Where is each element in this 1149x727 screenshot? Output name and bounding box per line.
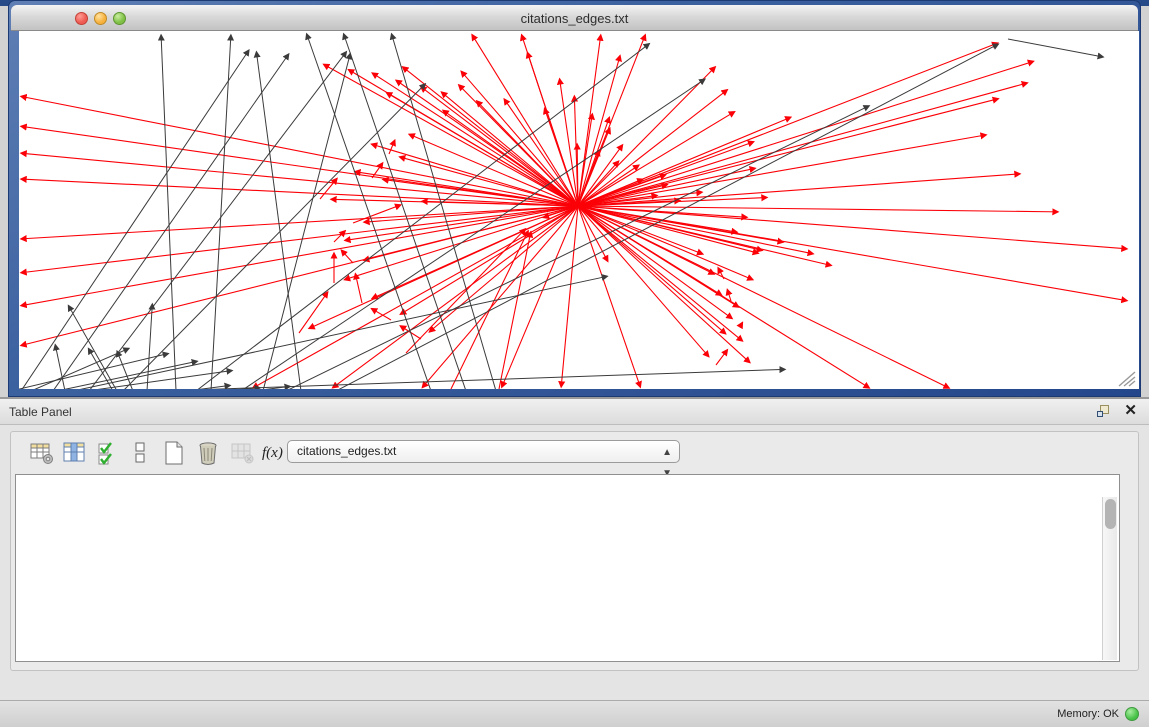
network-graph[interactable] — [19, 31, 1139, 389]
network-window-titlebar[interactable]: citations_edges.txt — [11, 5, 1138, 31]
memory-ok-icon — [1125, 707, 1139, 721]
network-window-title: citations_edges.txt — [11, 11, 1138, 26]
table-settings-icon[interactable] — [29, 440, 55, 466]
memory-status: Memory: OK — [1057, 708, 1119, 720]
table-selector-value: citations_edges.txt — [297, 444, 396, 458]
attribute-table[interactable] — [15, 474, 1120, 662]
resize-grip-icon[interactable] — [1115, 369, 1137, 387]
table-panel-body: f(x) citations_edges.txt ▲▼ Node TableEd… — [10, 431, 1139, 671]
function-builder-icon[interactable]: f(x) — [262, 440, 288, 466]
float-panel-icon[interactable] — [1097, 405, 1111, 418]
network-canvas[interactable] — [19, 31, 1139, 389]
network-view-window[interactable]: citations_edges.txt — [8, 0, 1141, 397]
new-file-icon[interactable] — [161, 440, 187, 466]
vertical-scrollbar[interactable] — [1102, 497, 1117, 660]
scrollbar-thumb[interactable] — [1105, 499, 1116, 529]
status-bar: Memory: OK — [0, 700, 1149, 727]
table-panel: Table Panel ✕ — [0, 397, 1149, 700]
table-panel-titlebar[interactable]: Table Panel ✕ — [0, 399, 1149, 425]
table-toolbar: f(x) citations_edges.txt ▲▼ — [19, 438, 1119, 468]
table-panel-title: Table Panel — [9, 405, 72, 419]
graph-edges — [19, 34, 1127, 389]
columns-icon[interactable] — [61, 440, 87, 466]
delete-table-icon[interactable] — [229, 440, 255, 466]
close-panel-icon[interactable]: ✕ — [1124, 402, 1137, 420]
application-window: citations_edges.txt T — [0, 0, 1149, 727]
rows-icon[interactable] — [127, 440, 153, 466]
delete-icon[interactable] — [195, 440, 221, 466]
table-selector[interactable]: citations_edges.txt ▲▼ — [287, 440, 680, 463]
select-all-icon[interactable] — [95, 440, 121, 466]
